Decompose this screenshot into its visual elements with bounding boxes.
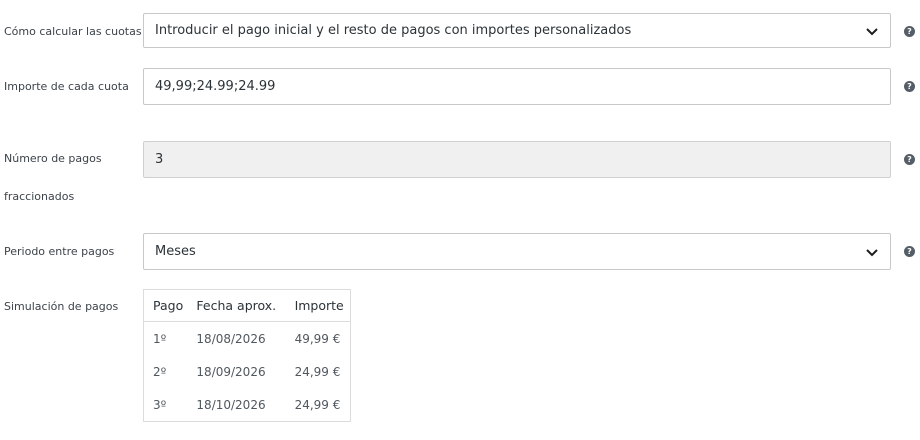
num-payments-value: 3 [155,152,164,167]
table-row: 3º 18/10/2026 24,99 € [144,388,351,422]
col-header-pago: Pago [143,289,188,322]
simulation-table: Pago Fecha aprox. Importe 1º 18/08/2026 … [143,289,351,422]
num-payments-label-cont: fraccionados [4,190,75,203]
payment-amount: 24,99 € [294,364,341,379]
col-header-fecha: Fecha aprox. [187,289,286,322]
help-icon[interactable]: ? [904,246,915,257]
table-row: 1º 18/08/2026 49,99 € [144,322,351,356]
period-select[interactable]: Meses [143,233,891,270]
help-icon[interactable]: ? [904,154,915,165]
col-header-importe: Importe [285,289,351,322]
payment-date: 18/09/2026 [196,364,266,379]
payment-number: 3º [153,397,167,412]
payment-number: 2º [153,364,167,379]
payment-amount: 49,99 € [294,331,341,346]
chevron-down-icon [866,28,878,36]
table-header-row: Pago Fecha aprox. Importe [143,289,351,322]
table-row: 2º 18/09/2026 24,99 € [144,355,351,388]
help-icon[interactable]: ? [904,26,915,37]
num-payments-label: Número de pagos [4,152,102,165]
payment-amount: 24,99 € [294,397,341,412]
num-payments-input: 3 [143,141,891,178]
installment-amount-input[interactable]: 49,99;24.99;24.99 [143,68,891,105]
help-icon[interactable]: ? [904,81,915,92]
simulation-label: Simulación de pagos [4,300,119,313]
period-value: Meses [155,244,196,259]
installment-amount-label: Importe de cada cuota [4,80,129,93]
payment-date: 18/08/2026 [196,331,266,346]
calc-method-select[interactable]: Introducir el pago inicial y el resto de… [143,13,891,48]
period-label: Periodo entre pagos [4,245,115,258]
chevron-down-icon [866,249,878,257]
installment-amount-value: 49,99;24.99;24.99 [155,79,276,94]
calc-method-value: Introducir el pago inicial y el resto de… [155,23,632,38]
payment-date: 18/10/2026 [196,397,266,412]
payment-number: 1º [153,331,167,346]
calc-method-label: Cómo calcular las cuotas [4,25,142,38]
